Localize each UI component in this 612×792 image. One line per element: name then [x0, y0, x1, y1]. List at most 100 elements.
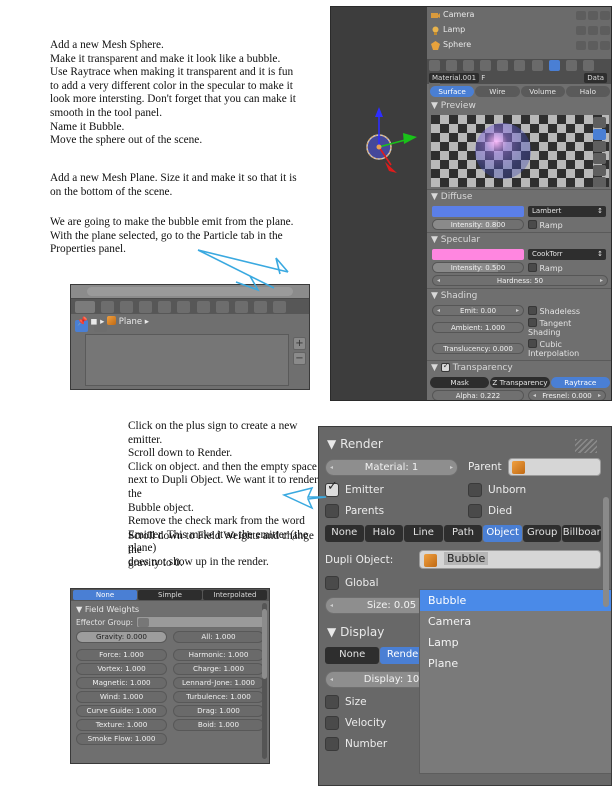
- specular-ramp-toggle[interactable]: Ramp: [528, 262, 606, 273]
- global-checkbox[interactable]: [325, 576, 339, 590]
- add-particle-system-button[interactable]: +: [293, 337, 306, 350]
- panel-scrollbar[interactable]: [262, 603, 267, 759]
- tab-surface[interactable]: Surface: [430, 86, 475, 97]
- outliner-row[interactable]: Camera: [427, 7, 611, 22]
- effector-group-field[interactable]: [136, 616, 264, 628]
- render-type-line[interactable]: Line: [404, 525, 443, 542]
- render-type-halo[interactable]: Halo: [364, 525, 404, 542]
- tab-texture-icon[interactable]: [272, 301, 286, 313]
- tab-constraints-icon[interactable]: [497, 60, 509, 71]
- charge-field[interactable]: Charge: 1.000: [173, 663, 264, 675]
- tab-volume[interactable]: Volume: [520, 86, 565, 97]
- outliner-row[interactable]: Lamp: [427, 22, 611, 37]
- translucency-slider[interactable]: Translucency: 0.000: [432, 343, 524, 354]
- tab-simple[interactable]: Simple: [138, 590, 202, 600]
- tangent-shading-toggle[interactable]: Tangent Shading: [528, 318, 606, 337]
- velocity-checkbox[interactable]: [325, 716, 339, 730]
- tab-scene-icon[interactable]: [120, 301, 134, 313]
- outliner[interactable]: Camera Lamp Sphere: [427, 7, 611, 59]
- curve-guide-field[interactable]: Curve Guide: 1.000: [76, 705, 167, 717]
- wind-field[interactable]: Wind: 1.000: [76, 691, 167, 703]
- preview-flat-icon[interactable]: [593, 117, 606, 128]
- harmonic-field[interactable]: Harmonic: 1.000: [173, 649, 264, 661]
- vortex-field[interactable]: Vortex: 1.000: [76, 663, 167, 675]
- dropdown-item-camera[interactable]: Camera: [420, 611, 611, 632]
- unborn-checkbox[interactable]: [468, 483, 482, 497]
- tab-object-icon[interactable]: [480, 60, 492, 71]
- transparency-mode-tabs[interactable]: Mask Z Transparency Raytrace: [430, 377, 610, 388]
- remove-particle-system-button[interactable]: −: [293, 352, 306, 365]
- panel-resize-grip[interactable]: [575, 439, 597, 453]
- fresnel-slider[interactable]: Fresnel: 0.000: [528, 390, 606, 400]
- properties-editor[interactable]: Material.001 F Data Surface Wire Volume …: [427, 59, 611, 400]
- specular-intensity-slider[interactable]: Intensity: 0.500: [432, 262, 524, 273]
- diffuse-color-swatch[interactable]: [432, 206, 524, 217]
- texture-field[interactable]: Texture: 1.000: [76, 719, 167, 731]
- render-type-object[interactable]: Object: [483, 525, 522, 542]
- diffuse-section-header[interactable]: ▼ Diffuse: [427, 190, 611, 204]
- tab-interpolated[interactable]: Interpolated: [203, 590, 267, 600]
- render-type-path[interactable]: Path: [443, 525, 483, 542]
- breadcrumb[interactable]: 📌 ◼ ▸ Plane ▸: [71, 314, 309, 330]
- render-type-billboard[interactable]: Billboar: [562, 525, 602, 542]
- shadeless-toggle[interactable]: Shadeless: [528, 305, 606, 316]
- tab-none[interactable]: None: [73, 590, 137, 600]
- panel-scrollbar[interactable]: [603, 497, 609, 607]
- dropdown-item-bubble[interactable]: Bubble: [420, 590, 611, 611]
- dropdown-item-plane[interactable]: Plane: [420, 653, 611, 674]
- ambient-slider[interactable]: Ambient: 1.000: [432, 322, 524, 333]
- tab-render-icon[interactable]: [101, 301, 115, 313]
- cubic-interpolation-toggle[interactable]: Cubic Interpolation: [528, 339, 606, 358]
- material-fake-user-button[interactable]: F: [481, 74, 485, 82]
- number-checkbox[interactable]: [325, 737, 339, 751]
- parents-checkbox[interactable]: [325, 504, 339, 518]
- preview-type-buttons[interactable]: [593, 117, 607, 187]
- tab-object-icon[interactable]: [158, 301, 172, 313]
- specular-section-header[interactable]: ▼ Specular: [427, 233, 611, 247]
- diffuse-shader-dropdown[interactable]: Lambert: [528, 206, 606, 217]
- tab-world-icon[interactable]: [463, 60, 475, 71]
- effector-group-row[interactable]: Effector Group:: [76, 616, 264, 628]
- display-none-tab[interactable]: None: [325, 647, 380, 664]
- preview-cube-icon[interactable]: [593, 141, 606, 152]
- preview-sss-icon[interactable]: [593, 177, 606, 187]
- emitter-checkbox[interactable]: [325, 483, 339, 497]
- lennard-jones-field[interactable]: Lennard-Jone: 1.000: [173, 677, 264, 689]
- diffuse-intensity-slider[interactable]: Intensity: 0.800: [432, 219, 524, 230]
- properties-tab-bar[interactable]: [427, 59, 611, 90]
- tab-mesh-icon[interactable]: [177, 301, 191, 313]
- diffuse-ramp-toggle[interactable]: Ramp: [528, 219, 606, 230]
- outliner-row[interactable]: Sphere: [427, 37, 611, 55]
- particle-field-tabs[interactable]: None Simple Interpolated: [71, 589, 269, 601]
- turbulence-field[interactable]: Turbulence: 1.000: [173, 691, 264, 703]
- drag-field[interactable]: Drag: 1.000: [173, 705, 264, 717]
- transparency-raytrace-tab[interactable]: Raytrace: [550, 377, 610, 388]
- render-type-group[interactable]: Group: [522, 525, 562, 542]
- boid-field[interactable]: Boid: 1.000: [173, 719, 264, 731]
- shading-section-header[interactable]: ▼ Shading: [427, 289, 611, 303]
- preview-hair-icon[interactable]: [593, 165, 606, 176]
- dupli-object-dropdown-list[interactable]: Bubble Camera Lamp Plane: [419, 589, 611, 774]
- render-section-header[interactable]: ▼ Render: [325, 431, 601, 458]
- tab-scene-icon[interactable]: [446, 60, 458, 71]
- render-type-tabs[interactable]: None Halo Line Path Object Group Billboa…: [325, 525, 602, 542]
- tab-particles-icon[interactable]: [582, 60, 594, 71]
- size-checkbox[interactable]: [325, 695, 339, 709]
- force-field[interactable]: Force: 1.000: [76, 649, 167, 661]
- tab-render-icon[interactable]: [429, 60, 440, 71]
- emit-slider[interactable]: Emit: 0.00: [432, 305, 524, 316]
- material-type-tabs[interactable]: Surface Wire Volume Halo: [430, 86, 610, 97]
- viewport-3d[interactable]: [331, 7, 427, 400]
- gravity-field[interactable]: Gravity: 0.000: [76, 631, 167, 643]
- specular-shader-dropdown[interactable]: CookTorr: [528, 249, 606, 260]
- preview-sphere-icon[interactable]: [593, 129, 606, 140]
- tab-modifiers-icon[interactable]: [514, 60, 526, 71]
- died-checkbox[interactable]: [468, 504, 482, 518]
- alpha-slider[interactable]: Alpha: 0.222: [432, 390, 524, 400]
- tab-modifiers-icon[interactable]: [215, 301, 229, 313]
- material-name-field[interactable]: Material.001: [429, 73, 480, 83]
- pin-icon[interactable]: 📌: [77, 317, 88, 327]
- outliner-row-toggles[interactable]: [574, 40, 610, 55]
- tab-material-icon[interactable]: [253, 301, 267, 313]
- tab-halo[interactable]: Halo: [565, 86, 610, 97]
